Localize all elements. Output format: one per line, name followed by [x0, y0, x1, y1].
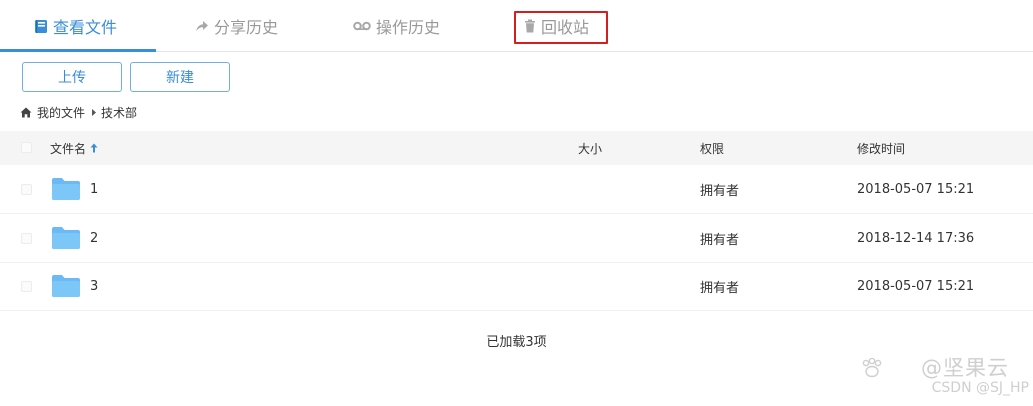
file-modified: 2018-12-14 17:36: [857, 230, 975, 246]
watermark-author: CSDN @SJ_HP: [931, 380, 1029, 396]
column-header-size[interactable]: 大小: [578, 131, 602, 165]
tab-view-files[interactable]: 查看文件: [34, 0, 117, 52]
file-modified: 2018-05-07 15:21: [857, 278, 975, 294]
tab-share-history[interactable]: 分享历史: [195, 0, 278, 52]
file-name[interactable]: 3: [90, 262, 98, 310]
file-modified: 2018-05-07 15:21: [857, 181, 975, 197]
tab-operation-history[interactable]: 操作历史: [353, 0, 440, 52]
paw-logo-icon: [862, 358, 882, 378]
new-button[interactable]: 新建: [130, 62, 230, 92]
file-name[interactable]: 2: [90, 214, 98, 262]
file-permission: 拥有者: [700, 232, 740, 248]
table-row[interactable]: 3 拥有者 2018-05-07 15:21: [0, 262, 1033, 311]
tab-label: 操作历史: [376, 18, 441, 37]
voicemail-icon: [353, 21, 371, 31]
breadcrumb-root-link[interactable]: 我的文件: [37, 104, 85, 121]
upload-button[interactable]: 上传: [22, 62, 122, 92]
tab-label: 分享历史: [214, 18, 279, 37]
row-checkbox[interactable]: [21, 281, 32, 292]
home-icon: [20, 107, 32, 117]
file-name[interactable]: 1: [90, 165, 98, 213]
tab-bar: 查看文件 分享历史 操作历史 回收站: [0, 0, 1033, 52]
breadcrumb-current: 技术部: [101, 105, 138, 120]
column-header-name[interactable]: 文件名: [50, 131, 98, 165]
file-permission: 拥有者: [700, 183, 740, 199]
folder-icon: [52, 275, 80, 297]
loaded-count-status: 已加载3项: [486, 335, 547, 350]
share-arrow-icon: [196, 20, 208, 31]
row-checkbox[interactable]: [21, 184, 32, 195]
table-row[interactable]: 1 拥有者 2018-05-07 15:21: [0, 165, 1033, 214]
caret-right-icon: [92, 108, 97, 116]
column-header-permission[interactable]: 权限: [700, 131, 724, 165]
active-tab-indicator: [0, 49, 156, 52]
watermark-brand: @坚果云: [921, 356, 1009, 380]
folder-icon: [52, 178, 80, 200]
table-row[interactable]: 2 拥有者 2018-12-14 17:36: [0, 214, 1033, 263]
folder-icon: [52, 227, 80, 249]
breadcrumb: 我的文件 技术部: [20, 103, 137, 121]
row-checkbox[interactable]: [21, 233, 32, 244]
watermark: @坚果云 CSDN @SJ_HP: [859, 350, 1029, 400]
select-all-checkbox[interactable]: [21, 142, 32, 153]
recycle-bin-highlight-box: [514, 11, 608, 44]
book-icon: [35, 19, 47, 33]
file-permission: 拥有者: [700, 280, 740, 296]
column-header-name-label: 文件名: [50, 141, 87, 156]
column-header-modified[interactable]: 修改时间: [857, 131, 905, 165]
tab-label: 查看文件: [53, 18, 118, 37]
sort-ascending-icon: [90, 143, 98, 153]
table-header: 文件名 大小 权限 修改时间: [0, 131, 1033, 165]
